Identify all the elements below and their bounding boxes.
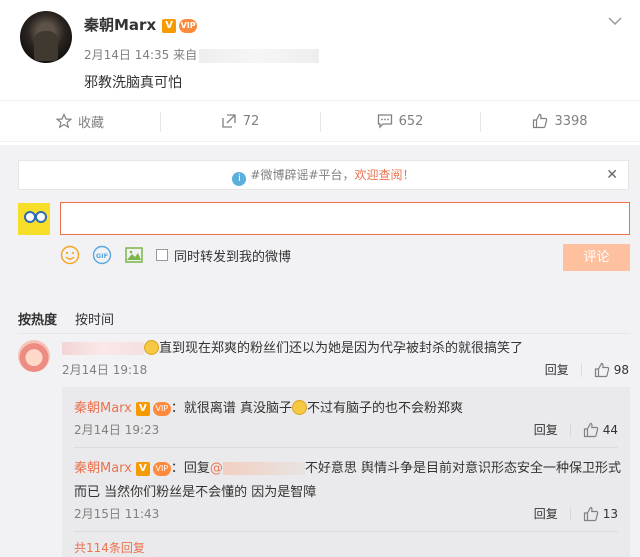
author-avatar[interactable] (20, 11, 72, 63)
mention-blurred[interactable] (222, 462, 305, 475)
reply-content: 秦朝Marx V VIP ：回复@ 不好意思 舆情斗争是目前对意识形态安全一种保卫形式 (74, 457, 621, 476)
reply-reply-button[interactable]: 回复 (534, 505, 558, 522)
divider (74, 531, 618, 532)
comment-time: 2月14日 19:18 (62, 363, 148, 377)
verified-badge-icon: V (135, 401, 150, 416)
thumbs-up-icon (583, 506, 598, 521)
emoji-icon (292, 400, 308, 415)
emoji-icon (144, 340, 159, 355)
reply-like-count[interactable]: 13 (603, 507, 618, 521)
separator (569, 422, 571, 437)
favorite-label: 收藏 (77, 115, 104, 131)
post-source-blurred (199, 48, 320, 63)
like-count: 3398 (554, 113, 588, 129)
chevron-down-icon[interactable] (608, 14, 622, 30)
reply-like-count[interactable]: 44 (603, 423, 618, 437)
comment-icon (377, 114, 392, 129)
commenter-avatar[interactable] (18, 340, 50, 372)
comment-list: 直到现在郑爽的粉丝们还以为她是因为代孕被封杀的就很搞笑了 2月14日 19:18… (0, 145, 640, 557)
reply-actions: 回复 13 (534, 505, 618, 522)
reply-author[interactable]: 秦朝Marx (74, 401, 132, 416)
comment-like-count[interactable]: 98 (614, 363, 629, 377)
reply-text: 不好意思 舆情斗争是目前对意识形态安全一种保卫形式 (304, 461, 622, 476)
replies-box: 秦朝Marx V VIP ：就很离谱 真没脑子 不过有脑子的也不会粉郑爽 2月14日 1… (62, 387, 630, 557)
separator (569, 506, 571, 521)
thumbs-up-icon (583, 422, 598, 437)
post-date[interactable]: 2月14日 14:35 (84, 48, 169, 62)
repost-icon (222, 114, 236, 128)
repost-button[interactable]: 72 (160, 101, 320, 141)
reply-prefix: ：回复 (170, 461, 210, 476)
post-source-prefix: 来自 (173, 48, 198, 62)
reply-content: 秦朝Marx V VIP ：就很离谱 真没脑子 不过有脑子的也不会粉郑爽 (74, 397, 463, 416)
post-action-bar: 收藏 72 652 3398 (0, 100, 640, 142)
reply-reply-button[interactable]: 回复 (534, 421, 558, 438)
thumbs-up-icon (533, 113, 548, 129)
thumbs-up-icon (594, 362, 609, 377)
vip-badge-icon: VIP (152, 401, 171, 416)
repost-count: 72 (242, 113, 260, 129)
more-replies-link[interactable]: 共114条回复 (74, 539, 145, 556)
verified-badge-icon: V (162, 18, 177, 33)
reply-text-tail: 不过有脑子的也不会粉郑爽 (307, 401, 464, 416)
mention-link[interactable]: @ (210, 461, 223, 476)
comment-actions: 回复 98 (545, 361, 629, 378)
reply-time: 2月14日 19:23 (74, 423, 160, 437)
reply-text: ：就很离谱 真没脑子 (170, 401, 293, 416)
verified-badge-icon: V (135, 461, 150, 476)
star-icon (55, 113, 72, 129)
like-button[interactable]: 3398 (480, 101, 640, 141)
author-name-row: 秦朝Marx V VIP (84, 14, 198, 35)
reply-time: 2月15日 11:43 (74, 507, 160, 521)
reply-author[interactable]: 秦朝Marx (74, 461, 132, 476)
post-text: 邪教洗脑真可怕 (84, 75, 182, 91)
comment-reply-button[interactable]: 回复 (545, 361, 569, 378)
favorite-button[interactable]: 收藏 (0, 101, 160, 141)
commenter-name-blurred[interactable] (62, 342, 144, 355)
weibo-post: 秦朝Marx V VIP 2月14日 14:35 来自 邪教洗脑真可怕 (0, 0, 640, 100)
comment-count: 652 (398, 113, 424, 129)
author-name[interactable]: 秦朝Marx (84, 16, 156, 34)
vip-badge-icon: VIP (179, 18, 198, 33)
comment-content: 直到现在郑爽的粉丝们还以为她是因为代孕被封杀的就很搞笑了 (62, 337, 523, 356)
vip-badge-icon: VIP (152, 461, 171, 476)
post-meta: 2月14日 14:35 来自 (84, 46, 320, 63)
separator (580, 362, 582, 377)
reply-actions: 回复 44 (534, 421, 618, 438)
comment-button[interactable]: 652 (320, 101, 480, 141)
divider (74, 447, 618, 448)
comment-text: 直到现在郑爽的粉丝们还以为她是因为代孕被封杀的就很搞笑了 (159, 341, 524, 356)
reply-content-continued: 而已 当然你们粉丝是不会懂的 因为是智障 (74, 485, 317, 500)
